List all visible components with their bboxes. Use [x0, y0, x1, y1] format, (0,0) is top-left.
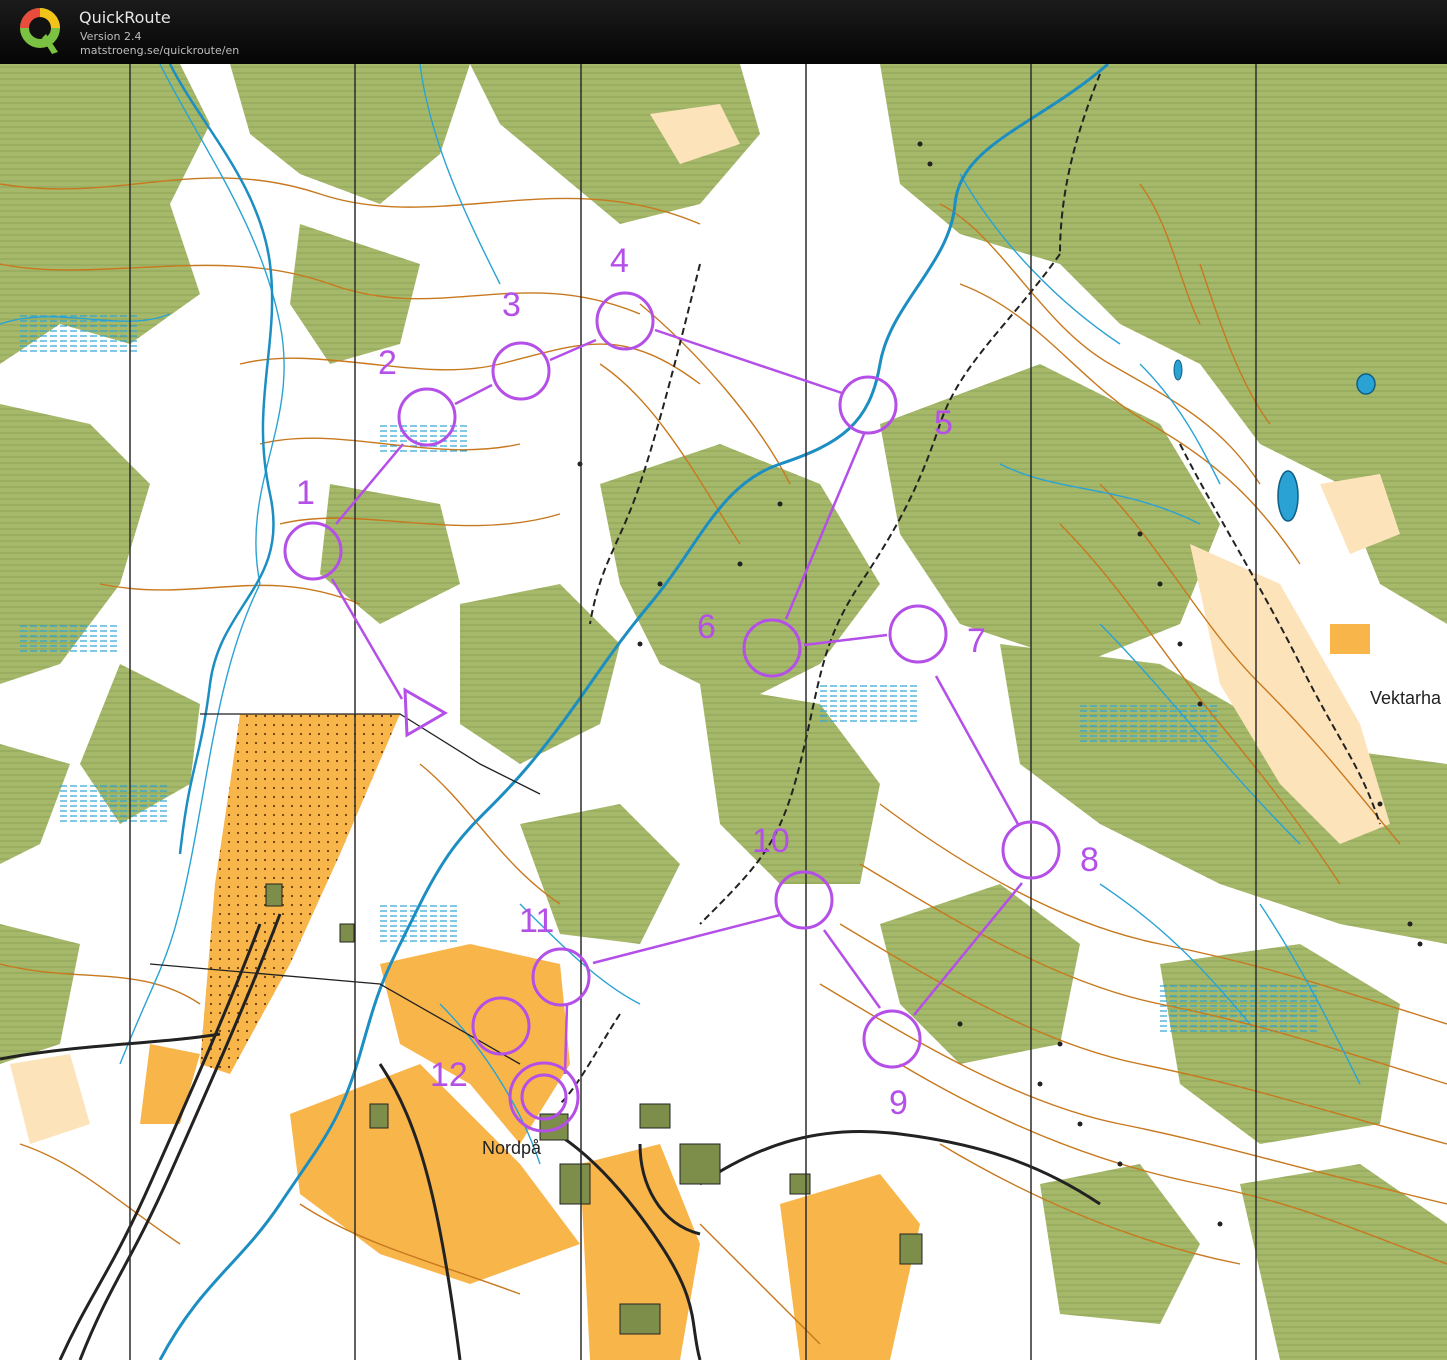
control-number-3: 3 — [502, 286, 521, 324]
small-pond — [1173, 359, 1183, 381]
control-number-2: 2 — [378, 344, 397, 382]
orienteering-map[interactable]: Vektarha Nordpå 1 2 3 4 5 6 7 8 9 10 11 … — [0, 64, 1447, 1360]
control-number-1: 1 — [296, 474, 315, 512]
control-number-9: 9 — [889, 1084, 908, 1122]
small-lake — [1277, 470, 1299, 522]
control-number-10: 10 — [752, 822, 790, 860]
app-title: QuickRoute — [79, 8, 171, 27]
control-number-11: 11 — [519, 902, 554, 940]
control-number-5: 5 — [934, 404, 953, 442]
quickroute-logo-icon — [20, 8, 60, 54]
app-version: Version 2.4 — [80, 30, 142, 43]
app-url[interactable]: matstroeng.se/quickroute/en — [80, 44, 239, 57]
control-number-8: 8 — [1080, 841, 1099, 879]
control-number-4: 4 — [610, 242, 629, 280]
app-header: QuickRoute Version 2.4 matstroeng.se/qui… — [0, 0, 1447, 64]
small-pond — [1356, 373, 1376, 395]
control-number-6: 6 — [697, 608, 716, 646]
control-number-7: 7 — [967, 622, 986, 660]
map-canvas: Vektarha Nordpå 1 2 3 4 5 6 7 8 9 10 11 … — [0, 64, 1447, 1360]
control-number-12: 12 — [430, 1056, 468, 1094]
place-name-vektarha: Vektarha — [1370, 688, 1442, 708]
place-name-nordpa: Nordpå — [482, 1138, 542, 1158]
